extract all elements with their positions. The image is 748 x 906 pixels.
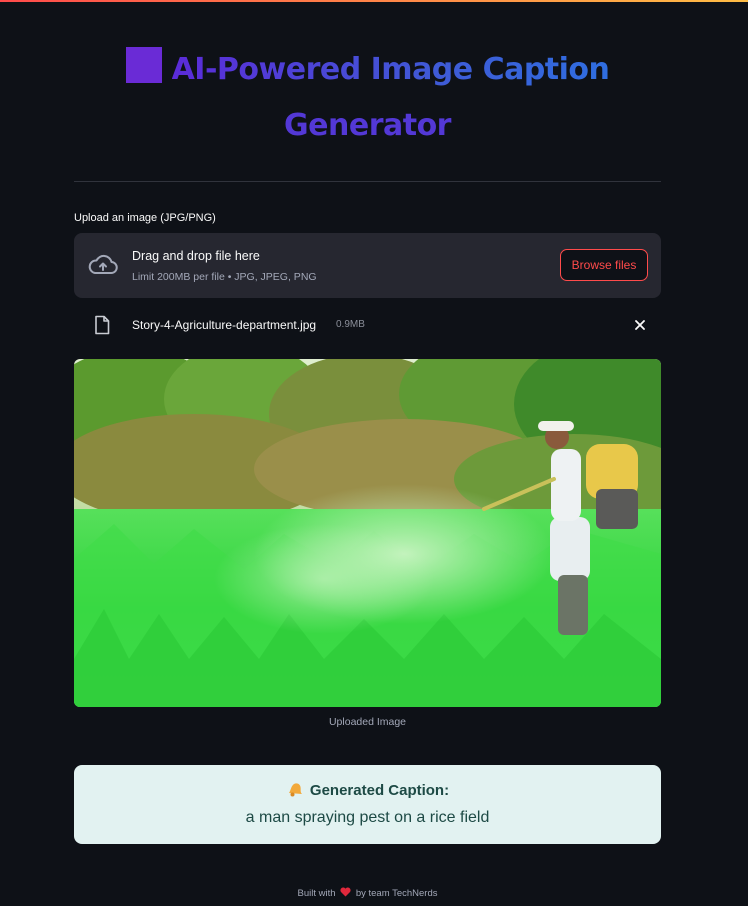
upload-label: Upload an image (JPG/PNG) [74, 212, 216, 224]
purple-square-icon [125, 47, 162, 83]
heart-icon [340, 887, 351, 897]
title-text-1: AI-Powered Image Caption [171, 52, 610, 87]
caption-heading: Generated Caption: [309, 782, 450, 799]
file-icon [95, 315, 110, 335]
file-size: 0.9MB [336, 319, 365, 330]
footer: Built with by team TechNerds [74, 887, 661, 899]
caption-heading-row: Generated Caption: [74, 781, 661, 799]
close-icon[interactable] [632, 317, 648, 333]
footer-suffix: by team TechNerds [355, 888, 438, 899]
dropzone-limit-text: Limit 200MB per file • JPG, JPEG, PNG [132, 271, 317, 283]
title-text-2: Generator [284, 108, 451, 143]
file-dropzone[interactable]: Drag and drop file here Limit 200MB per … [74, 233, 661, 298]
page-title: AI-Powered Image Caption Generator [74, 42, 661, 154]
uploaded-file-row: Story-4-Agriculture-department.jpg 0.9MB [74, 310, 661, 340]
title-line-1: AI-Powered Image Caption [74, 42, 661, 98]
dropzone-title: Drag and drop file here [132, 249, 260, 263]
uploaded-image [74, 359, 661, 707]
image-caption: Uploaded Image [328, 716, 407, 728]
uploaded-image-illustration [74, 359, 661, 707]
generated-caption-card: Generated Caption: a man spraying pest o… [74, 765, 661, 844]
bell-icon [288, 783, 302, 797]
file-name: Story-4-Agriculture-department.jpg [132, 318, 317, 332]
divider [74, 181, 661, 182]
cloud-upload-icon [88, 254, 118, 274]
browse-files-button[interactable]: Browse files [560, 249, 648, 281]
footer-prefix: Built with [297, 888, 336, 899]
app-container: AI-Powered Image Caption Generator Uploa… [74, 0, 661, 906]
caption-text: a man spraying pest on a rice field [245, 809, 490, 826]
